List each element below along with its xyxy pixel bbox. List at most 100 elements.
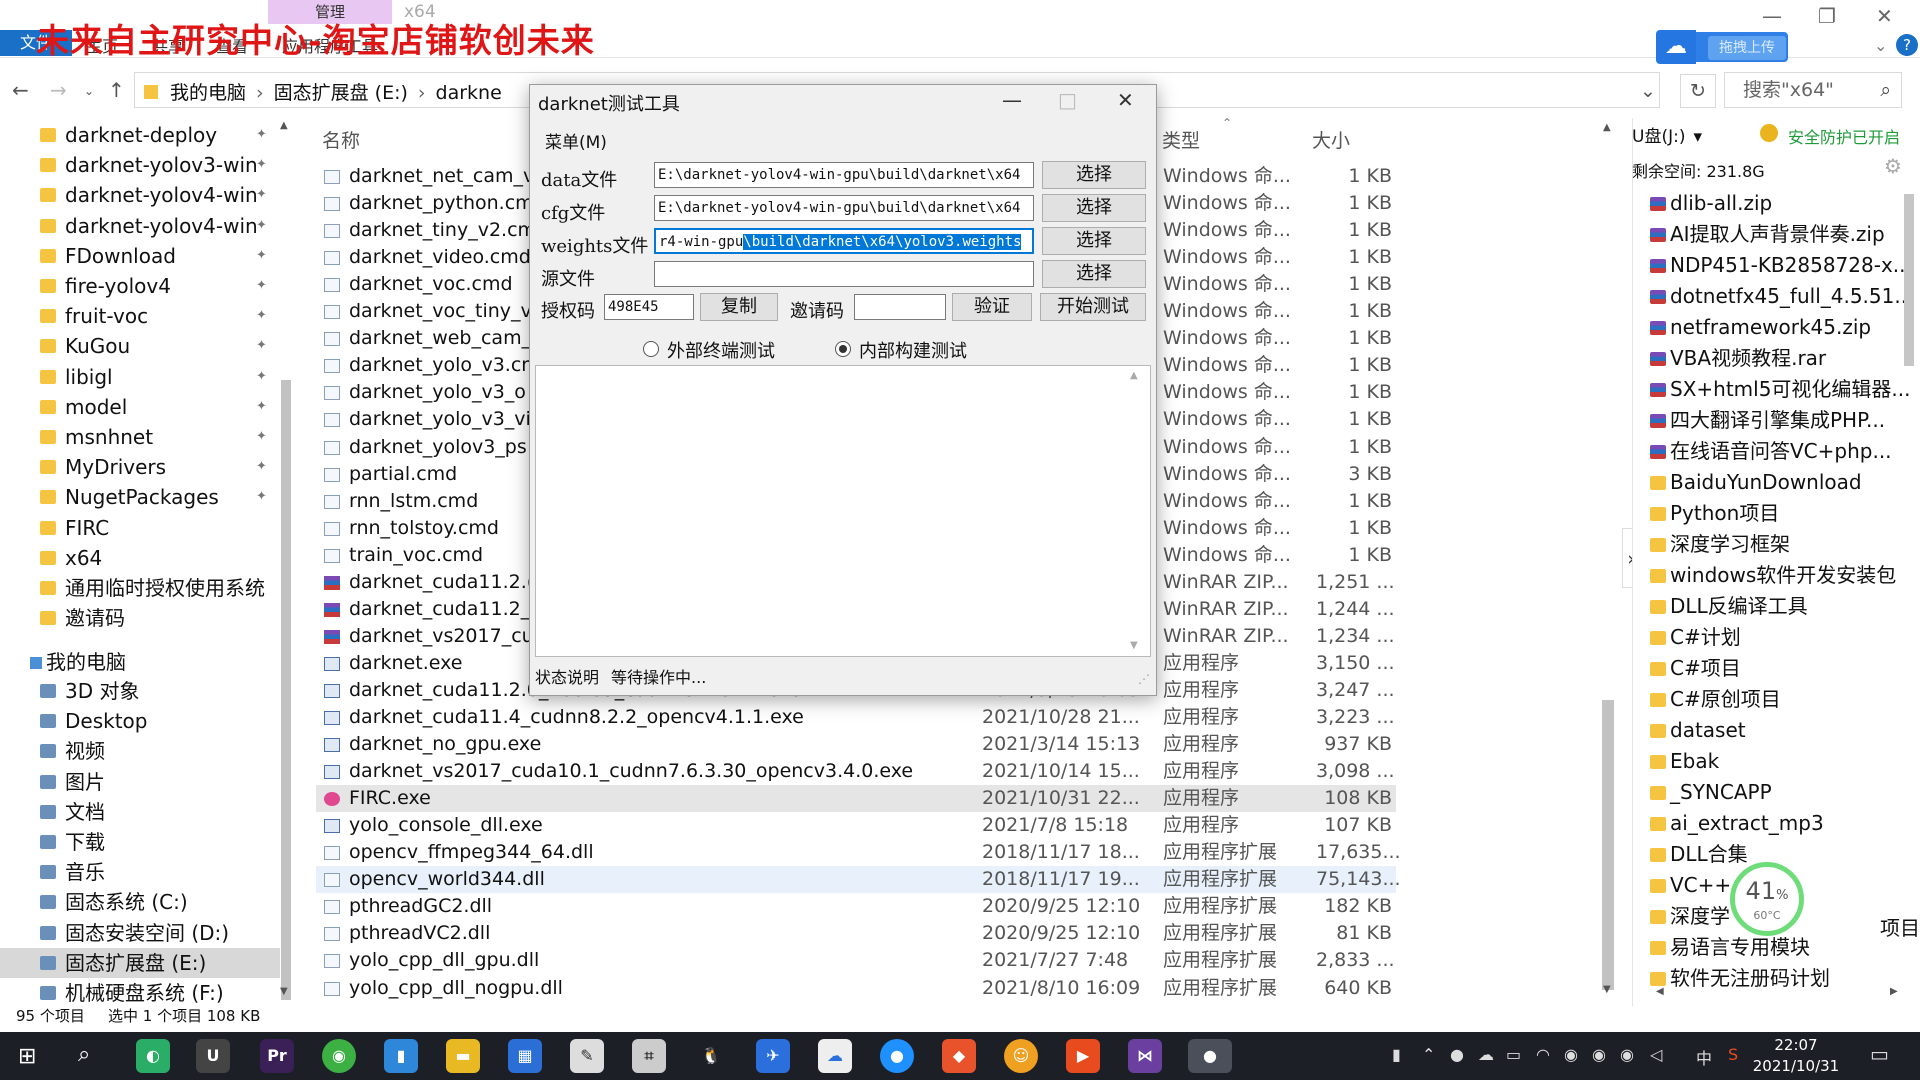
file-row[interactable]: pthreadVC2.dll 2020/9/25 12:10 应用程序扩展 81 KB bbox=[316, 920, 1396, 947]
panel-item[interactable]: dlib-all.zip bbox=[1648, 188, 1910, 219]
scroll-up-icon[interactable]: ▲ bbox=[1603, 122, 1611, 133]
panel-item[interactable]: DLL反编译工具 bbox=[1648, 591, 1910, 622]
pin-icon[interactable]: ✦ bbox=[256, 362, 267, 392]
auth-code-field[interactable]: 498E45 bbox=[604, 294, 694, 320]
data-file-field[interactable]: E:\darknet-yolov4-win-gpu\build\darknet\… bbox=[654, 162, 1034, 188]
editor-icon[interactable]: ✎ bbox=[570, 1039, 604, 1073]
panel-item[interactable]: netframework45.zip bbox=[1648, 312, 1910, 343]
panel-item[interactable]: C#计划 bbox=[1648, 622, 1910, 653]
file-row[interactable]: yolo_cpp_dll_nogpu.dll 2021/8/10 16:09 应用程… bbox=[316, 975, 1396, 1002]
weights-choose-button[interactable]: 选择 bbox=[1042, 227, 1146, 255]
radio-internal[interactable] bbox=[835, 341, 851, 357]
usb-icon[interactable]: ▭ bbox=[1506, 1045, 1521, 1064]
scroll-up-icon[interactable]: ▲ bbox=[280, 120, 288, 131]
performance-gauge[interactable]: 41% 60°C bbox=[1730, 862, 1804, 936]
windows-start-icon[interactable]: ⊞ bbox=[18, 1044, 36, 1069]
file-row[interactable]: darknet_vs2017_cuda10.1_cudnn7.6.3.30_op… bbox=[316, 758, 1396, 785]
chevron-right-icon[interactable]: › bbox=[418, 82, 426, 104]
tray-app-icon[interactable]: ◉ bbox=[1592, 1045, 1606, 1064]
radio-external[interactable] bbox=[643, 341, 659, 357]
address-dropdown-icon[interactable]: ⌄ bbox=[1640, 80, 1656, 102]
notification-icon[interactable]: ▭ bbox=[1870, 1042, 1889, 1066]
premiere-icon[interactable]: Pr bbox=[260, 1039, 294, 1073]
column-type[interactable]: 类型 bbox=[1162, 126, 1200, 153]
nav-scroll-thumb[interactable] bbox=[281, 380, 291, 1000]
nav-pc-item[interactable]: 文档 bbox=[0, 797, 280, 827]
panel-item[interactable]: 软件无注册码计划 bbox=[1648, 963, 1910, 994]
column-name[interactable]: 名称 bbox=[322, 126, 360, 153]
file-row[interactable]: yolo_cpp_dll_gpu.dll 2021/7/27 7:48 应用程序扩展… bbox=[316, 947, 1396, 974]
pin-icon[interactable]: ✦ bbox=[256, 452, 267, 482]
sogou-icon[interactable]: S bbox=[1728, 1045, 1738, 1064]
scroll-right-icon[interactable]: ▶ bbox=[1890, 986, 1898, 997]
nav-this-pc[interactable]: 我的电脑 bbox=[30, 646, 126, 675]
nav-quick-item[interactable]: fruit-voc ✦ bbox=[0, 301, 280, 331]
panel-item[interactable]: VBA视频教程.rar bbox=[1648, 343, 1910, 374]
nav-pc-item[interactable]: 3D 对象 bbox=[0, 676, 280, 706]
chat-app-icon[interactable]: ● bbox=[880, 1039, 914, 1073]
nav-pc-item[interactable]: 下载 bbox=[0, 827, 280, 857]
panel-item[interactable]: Ebak bbox=[1648, 746, 1910, 777]
nav-pc-item[interactable]: 机械硬盘系统 (F:) bbox=[0, 978, 280, 1008]
breadcrumb-pc[interactable]: 我的电脑 bbox=[170, 82, 246, 104]
apps-icon[interactable]: ▦ bbox=[508, 1039, 542, 1073]
pin-icon[interactable]: ✦ bbox=[256, 150, 267, 180]
microphone-icon[interactable]: ● bbox=[1450, 1045, 1464, 1064]
wifi-icon[interactable]: ◠ bbox=[1536, 1045, 1550, 1064]
cloud-app-icon[interactable]: ☁ bbox=[818, 1039, 852, 1073]
panel-scroll-thumb[interactable] bbox=[1904, 194, 1914, 366]
chevron-right-icon[interactable]: › bbox=[256, 82, 264, 104]
file-row[interactable]: yolo_console_dll.exe 2021/7/8 15:18 应用程序 10… bbox=[316, 812, 1396, 839]
panel-item[interactable]: C#项目 bbox=[1648, 653, 1910, 684]
scroll-left-icon[interactable]: ◀ bbox=[1656, 986, 1664, 997]
pin-icon[interactable]: ✦ bbox=[256, 422, 267, 452]
nav-pc-item[interactable]: 图片 bbox=[0, 767, 280, 797]
search-icon[interactable]: ⌕ bbox=[78, 1042, 90, 1067]
dialog-minimize-icon[interactable]: — bbox=[1002, 88, 1022, 112]
nav-quick-item[interactable]: darknet-yolov4-win ✦ bbox=[0, 180, 280, 210]
resize-grip-icon[interactable]: ⋰ bbox=[1138, 672, 1150, 686]
nav-quick-item[interactable]: fire-yolov4 ✦ bbox=[0, 271, 280, 301]
nav-quick-item[interactable]: FIRC bbox=[0, 513, 280, 543]
panel-item[interactable]: ai_extract_mp3 bbox=[1648, 808, 1910, 839]
help-icon[interactable]: ? bbox=[1896, 34, 1918, 56]
pin-icon[interactable]: ✦ bbox=[256, 180, 267, 210]
pin-icon[interactable]: ✦ bbox=[256, 241, 267, 271]
nav-pc-item[interactable]: 固态扩展盘 (E:) bbox=[0, 947, 280, 978]
clock[interactable]: 22:07 2021/10/31 bbox=[1752, 1035, 1840, 1077]
pin-icon[interactable]: ✦ bbox=[256, 120, 267, 150]
nav-quick-item[interactable]: 通用临时授权使用系统 bbox=[0, 573, 280, 603]
pin-icon[interactable]: ✦ bbox=[256, 211, 267, 241]
pin-icon[interactable]: ✦ bbox=[256, 482, 267, 512]
feishu-icon[interactable]: ✈ bbox=[756, 1039, 790, 1073]
firc-taskbar-icon[interactable]: ● bbox=[1188, 1039, 1232, 1073]
panel-item[interactable]: 深度学习框架 bbox=[1648, 529, 1910, 560]
panel-item[interactable]: windows软件开发安装包 bbox=[1648, 560, 1910, 591]
file-row[interactable]: FIRC.exe 2021/10/31 22... 应用程序 108 KB bbox=[316, 785, 1396, 813]
scroll-down-icon[interactable]: ▼ bbox=[280, 986, 288, 997]
scroll-up-icon[interactable]: ▲ bbox=[1130, 370, 1138, 381]
panel-item[interactable]: dotnetfx45_full_4.5.51... bbox=[1648, 281, 1910, 312]
invite-code-field[interactable] bbox=[854, 294, 946, 320]
scroll-down-icon[interactable]: ▼ bbox=[1130, 640, 1138, 651]
drive-selector[interactable]: U盘(J:) ▾ bbox=[1632, 122, 1702, 147]
scroll-down-icon[interactable]: ▼ bbox=[1603, 984, 1611, 995]
source-choose-button[interactable]: 选择 bbox=[1042, 260, 1146, 288]
panel-item[interactable]: NDP451-KB2858728-x... bbox=[1648, 250, 1910, 281]
copy-button[interactable]: 复制 bbox=[700, 293, 778, 321]
refresh-icon[interactable]: ↻ bbox=[1680, 74, 1716, 108]
search-input[interactable]: 搜索"x64" ⌕ bbox=[1724, 72, 1902, 108]
data-choose-button[interactable]: 选择 bbox=[1042, 161, 1146, 189]
recent-dropdown-icon[interactable]: ⌄ bbox=[84, 84, 94, 98]
security-status[interactable]: 安全防护已开启 bbox=[1788, 124, 1900, 148]
cfg-file-field[interactable]: E:\darknet-yolov4-win-gpu\build\darknet\… bbox=[654, 195, 1034, 221]
cfg-choose-button[interactable]: 选择 bbox=[1042, 194, 1146, 222]
tray-cloud-icon[interactable]: ☁ bbox=[1478, 1045, 1494, 1064]
nav-quick-item[interactable]: MyDrivers ✦ bbox=[0, 452, 280, 482]
list-scroll-thumb[interactable] bbox=[1602, 700, 1614, 990]
nav-quick-item[interactable]: model ✦ bbox=[0, 392, 280, 422]
nav-pc-item[interactable]: 音乐 bbox=[0, 857, 280, 887]
browser-icon[interactable]: ◉ bbox=[322, 1039, 356, 1073]
upload-button[interactable]: 拖拽上传 bbox=[1708, 36, 1786, 60]
nav-quick-item[interactable]: darknet-yolov3-win ✦ bbox=[0, 150, 280, 180]
